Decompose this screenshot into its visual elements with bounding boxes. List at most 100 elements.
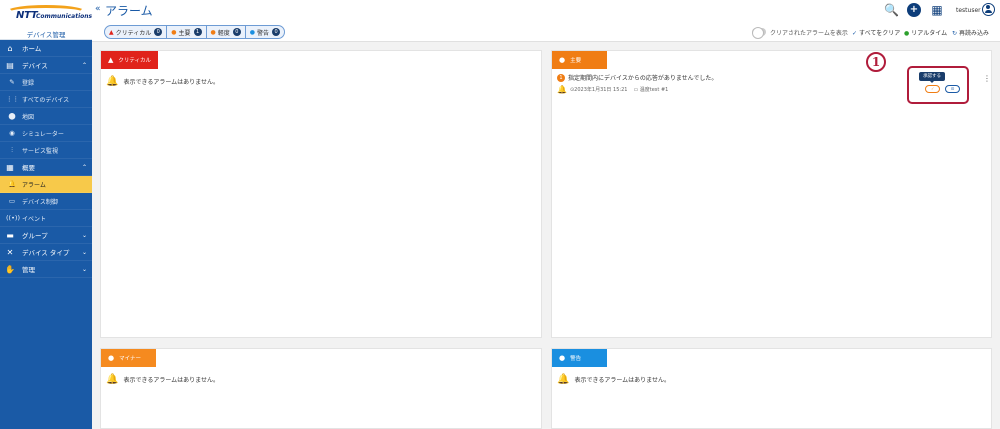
- filter-count-badge: 0: [232, 28, 241, 36]
- minor-tag: ● マイナー: [101, 349, 156, 367]
- ntt-logo[interactable]: NTT Communications: [6, 5, 92, 25]
- minor-panel: ● マイナー 🔔 表示できるアラームはありません。: [100, 348, 542, 429]
- critical-empty: 🔔 表示できるアラームはありません。: [106, 76, 219, 87]
- more-options-icon[interactable]: ⋮: [983, 74, 991, 83]
- alarm-time: ⊙2023年1月31日 15:21: [569, 87, 628, 93]
- critical-panel: ▲ クリティカル 🔔 表示できるアラームはありません。: [100, 50, 542, 338]
- critical-tag: ▲ クリティカル: [101, 51, 159, 69]
- minor-empty-text: 表示できるアラームはありません。: [123, 377, 219, 384]
- event-icon: ((•)): [6, 214, 20, 222]
- clear-all-button[interactable]: ✓ すべてをクリア: [852, 28, 900, 37]
- page-title: アラーム: [105, 4, 153, 18]
- device-control-icon: ▭: [8, 197, 16, 205]
- acknowledge-button[interactable]: 🗸: [925, 85, 940, 93]
- bell-icon: 🔔: [7, 180, 17, 188]
- annotation-marker: 1: [866, 52, 886, 72]
- overview-icon: ▦: [6, 162, 14, 172]
- folder-icon: ▬: [6, 230, 14, 240]
- sidebar-item-label: デバイス: [22, 62, 48, 70]
- clear-all-label: すべてをクリア: [859, 30, 901, 37]
- warning-label: 警告: [570, 356, 582, 362]
- sidebar-item-label: グループ: [22, 232, 48, 240]
- bell-icon: 🔔: [557, 85, 567, 94]
- bell-icon: 🔔: [106, 76, 119, 87]
- warning-triangle-icon: ▲: [108, 56, 114, 64]
- search-icon[interactable]: 🔍: [884, 3, 899, 17]
- user-name[interactable]: testuser: [956, 7, 981, 14]
- info-circle-icon: ●: [108, 354, 115, 362]
- sidebar-item-11[interactable]: ▬ グループ ⌄: [0, 227, 92, 244]
- sidebar-item-6[interactable]: ⫶ サービス監視: [0, 142, 92, 159]
- filter-count-badge: 0: [154, 28, 163, 36]
- reload-label: 再読み込み: [959, 30, 990, 37]
- logo-communications: Communications: [36, 13, 93, 20]
- brand: NTT Communications デバイス管理: [0, 0, 92, 40]
- sidebar-item-7[interactable]: ▦ 概要 ⌃: [0, 159, 92, 176]
- info-circle-icon: ●: [559, 354, 566, 362]
- info-circle-icon: ●: [559, 56, 566, 64]
- simulator-icon: ◉: [9, 129, 15, 137]
- alarm-count-badge: 1: [557, 73, 565, 82]
- realtime-button[interactable]: ● リアルタイム: [904, 28, 947, 37]
- sidebar-item-label: ホーム: [22, 45, 42, 53]
- sidebar-item-8[interactable]: 🔔 アラーム: [0, 176, 92, 193]
- filter-chip-0[interactable]: ▲ クリティカル 0: [105, 26, 168, 38]
- reload-icon: ↻: [952, 30, 958, 37]
- sidebar-item-label: デバイス制御: [22, 198, 58, 206]
- add-icon[interactable]: +: [907, 3, 921, 17]
- sidebar-item-label: デバイス タイプ: [22, 249, 70, 257]
- show-cleared-toggle[interactable]: [752, 27, 766, 39]
- severity-filters: ▲ クリティカル 0 ● 主要 1 ● 軽度 0 ● 警告 0: [104, 25, 286, 39]
- user-avatar-icon[interactable]: [982, 3, 995, 16]
- chevron-icon: ⌃: [81, 61, 87, 69]
- sidebar-item-9[interactable]: ▭ デバイス制御: [0, 193, 92, 210]
- sidebar-item-2[interactable]: ✎ 登録: [0, 74, 92, 91]
- sidebar-item-label: 概要: [22, 164, 35, 172]
- realtime-label: リアルタイム: [911, 30, 948, 37]
- filter-chip-1[interactable]: ● 主要 1: [167, 26, 207, 38]
- handshake-icon: ✋: [5, 264, 15, 274]
- show-cleared-label: クリアされたアラームを表示: [770, 30, 848, 37]
- acknowledge-tooltip: 承認する: [919, 72, 945, 83]
- logo-ntt: NTT: [16, 10, 38, 21]
- header: « アラーム 🔍 + ▦ testuser: [92, 0, 1000, 22]
- alarm-device-link[interactable]: ▭ 温度test #1: [633, 86, 668, 93]
- clear-alarm-button[interactable]: ⊙: [945, 85, 960, 93]
- sidebar-item-0[interactable]: ⌂ ホーム: [0, 40, 92, 57]
- sidebar-item-12[interactable]: ✕ デバイス タイプ ⌄: [0, 244, 92, 261]
- sidebar-item-1[interactable]: ▤ デバイス ⌃: [0, 57, 92, 74]
- filter-chip-3[interactable]: ● 警告 0: [246, 26, 284, 38]
- sidebar-item-10[interactable]: ((•)) イベント: [0, 210, 92, 227]
- severity-icon: ▲: [109, 28, 114, 36]
- realtime-dot-icon: ●: [904, 30, 910, 37]
- collapse-sidebar-icon[interactable]: «: [95, 4, 101, 14]
- register-icon: ✎: [9, 78, 15, 86]
- sidebar-nav: ⌂ ホーム ▤ デバイス ⌃ ✎ 登録 ⋮⋮ すべてのデバイス ⬤ 地図 ◉ シミュレーター ⫶ サービス監…: [0, 40, 92, 278]
- apps-grid-icon[interactable]: ▦: [930, 3, 944, 17]
- filter-chip-2[interactable]: ● 軽度 0: [207, 26, 246, 38]
- device-type-icon: ✕: [6, 247, 14, 257]
- sidebar-item-13[interactable]: ✋ 管理 ⌄: [0, 261, 92, 278]
- check-icon: ✓: [852, 30, 858, 37]
- device-icon: ▤: [6, 60, 14, 70]
- filter-label: 警告: [257, 29, 270, 37]
- warning-tag: ● 警告: [552, 349, 607, 367]
- minor-label: マイナー: [119, 356, 141, 362]
- major-label: 主要: [570, 58, 582, 64]
- service-monitor-icon: ⫶: [11, 145, 13, 154]
- sidebar-item-3[interactable]: ⋮⋮ すべてのデバイス: [0, 91, 92, 108]
- sidebar-item-label: すべてのデバイス: [22, 96, 70, 104]
- sidebar-item-label: アラーム: [22, 181, 46, 189]
- reload-button[interactable]: ↻ 再読み込み: [952, 28, 989, 37]
- chevron-icon: ⌃: [81, 163, 87, 171]
- minor-empty: 🔔 表示できるアラームはありません。: [106, 374, 219, 385]
- bell-icon: 🔔: [106, 374, 119, 385]
- sidebar: NTT Communications デバイス管理 ⌂ ホーム ▤ デバイス ⌃ ✎ 登録 ⋮⋮…: [0, 0, 92, 429]
- sidebar-item-4[interactable]: ⬤ 地図: [0, 108, 92, 125]
- severity-icon: ●: [210, 28, 216, 36]
- warning-empty-text: 表示できるアラームはありません。: [574, 377, 670, 384]
- sidebar-item-5[interactable]: ◉ シミュレーター: [0, 125, 92, 142]
- warning-empty: 🔔 表示できるアラームはありません。: [557, 374, 670, 385]
- sidebar-item-label: サービス監視: [22, 147, 59, 155]
- home-icon: ⌂: [7, 43, 13, 53]
